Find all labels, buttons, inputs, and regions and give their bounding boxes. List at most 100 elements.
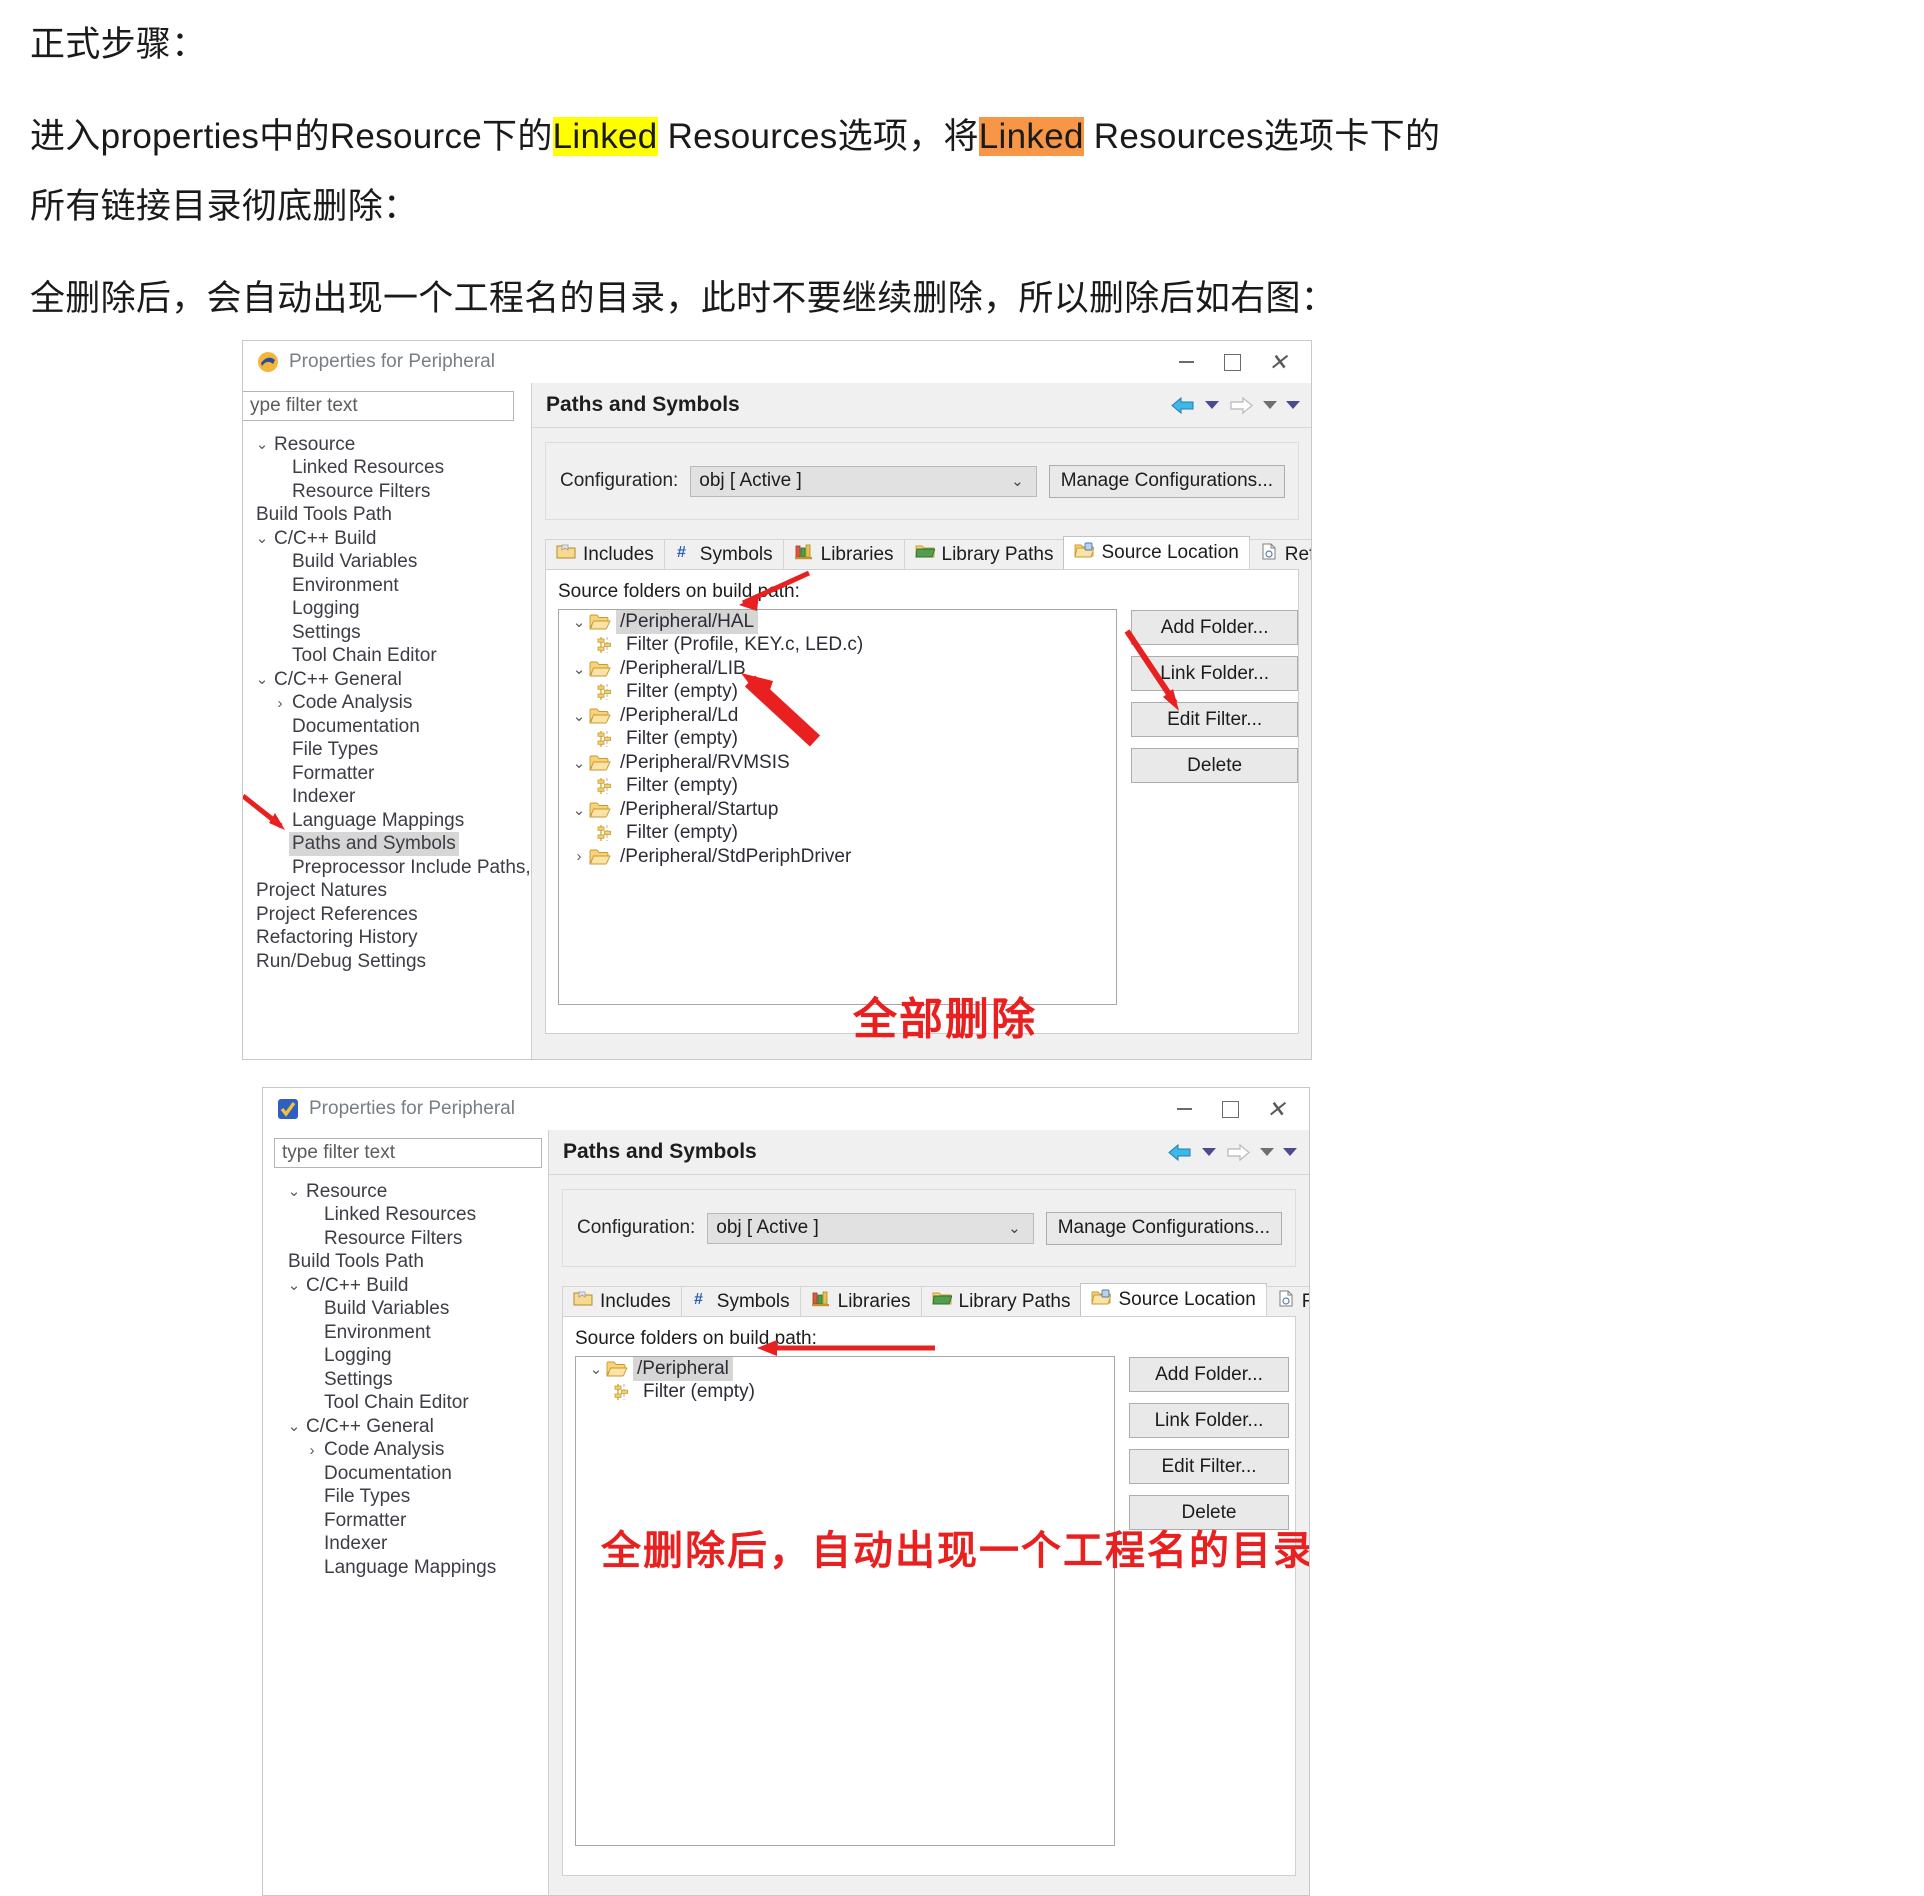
minimize-button[interactable]: [1161, 1088, 1207, 1130]
dialog1-tabs[interactable]: Includes # Symbols Libraries Library Paths So…: [545, 536, 1311, 569]
twisty-icon[interactable]: ⌄: [569, 660, 589, 678]
twisty-icon[interactable]: ⌄: [253, 531, 271, 546]
twisty-icon[interactable]: ⌄: [253, 437, 271, 452]
menu-dropdown-icon[interactable]: [1283, 1148, 1297, 1156]
twisty-icon[interactable]: ›: [303, 1443, 321, 1458]
delete-button[interactable]: Delete: [1131, 748, 1298, 783]
tree-item[interactable]: Refactoring History: [243, 927, 531, 951]
twisty-icon[interactable]: ›: [569, 848, 589, 865]
tab-libraries[interactable]: Libraries: [799, 1286, 922, 1316]
tree-item[interactable]: ⌄ C/C++ General: [275, 1415, 548, 1439]
edit-filter-button[interactable]: Edit Filter...: [1131, 702, 1298, 737]
tree-item[interactable]: Language Mappings: [275, 1556, 548, 1580]
source-folder-row[interactable]: Filter (empty): [559, 822, 1116, 846]
tree-item[interactable]: Formatter: [243, 762, 531, 786]
tree-item[interactable]: › Code Analysis: [243, 692, 531, 716]
properties-dialog-2[interactable]: Properties for Peripheral ✕ type filter …: [262, 1087, 1310, 1896]
back-arrow-icon[interactable]: [1170, 396, 1196, 415]
tree-item[interactable]: Settings: [243, 621, 531, 645]
tab-libraries[interactable]: Libraries: [782, 539, 905, 569]
tree-item[interactable]: › Code Analysis: [275, 1439, 548, 1463]
dialog2-filter-input[interactable]: type filter text: [274, 1138, 542, 1168]
minimize-button[interactable]: [1163, 341, 1209, 383]
twisty-icon[interactable]: ⌄: [569, 754, 589, 772]
tree-item[interactable]: ⌄ C/C++ Build: [275, 1274, 548, 1298]
maximize-button[interactable]: [1207, 1088, 1253, 1130]
add-folder-button[interactable]: Add Folder...: [1129, 1357, 1289, 1392]
tree-item[interactable]: ⌄ C/C++ Build: [243, 527, 531, 551]
maximize-button[interactable]: [1209, 341, 1255, 383]
tab-includes[interactable]: Includes: [545, 539, 665, 569]
dialog1-settings-tree[interactable]: ⌄ Resource Linked Resources Resource Filter…: [243, 433, 577, 974]
tree-item[interactable]: Run/Debug Settings: [243, 950, 531, 974]
tree-item[interactable]: Build Tools Path: [243, 504, 531, 528]
tree-item[interactable]: Formatter: [275, 1509, 548, 1533]
dialog1-configuration-select[interactable]: obj [ Active ] ⌄: [690, 465, 1037, 497]
twisty-icon[interactable]: ›: [271, 696, 289, 711]
menu-dropdown-icon[interactable]: [1286, 401, 1300, 409]
tree-item[interactable]: Resource Filters: [243, 480, 531, 504]
source-folder-row[interactable]: › /Peripheral/StdPeriphDriver: [559, 845, 1116, 869]
source-folder-row[interactable]: ⌄ /Peripheral: [576, 1357, 1114, 1381]
back-dropdown-icon[interactable]: [1205, 401, 1219, 409]
twisty-icon[interactable]: ⌄: [285, 1278, 303, 1293]
dialog2-window-controls[interactable]: ✕: [1161, 1088, 1299, 1130]
add-folder-button[interactable]: Add Folder...: [1131, 610, 1298, 645]
close-button[interactable]: ✕: [1255, 341, 1301, 383]
tab-symbols[interactable]: # Symbols: [680, 1286, 801, 1316]
tree-item[interactable]: Indexer: [275, 1533, 548, 1557]
tree-item[interactable]: Tool Chain Editor: [275, 1392, 548, 1416]
tree-item[interactable]: Linked Resources: [243, 457, 531, 481]
forward-dropdown-icon[interactable]: [1260, 1148, 1274, 1156]
back-dropdown-icon[interactable]: [1202, 1148, 1216, 1156]
properties-dialog-1[interactable]: Properties for Peripheral ✕ ype filter t…: [242, 340, 1312, 1060]
twisty-icon[interactable]: ⌄: [569, 801, 589, 819]
source-folder-row[interactable]: ⌄ /Peripheral/LIB: [559, 657, 1116, 681]
source-folder-row[interactable]: Filter (empty): [559, 681, 1116, 705]
forward-arrow-icon[interactable]: [1228, 396, 1254, 415]
tree-item[interactable]: Settings: [275, 1368, 548, 1392]
tab-source-location[interactable]: Source Location: [1063, 536, 1250, 569]
source-folder-row[interactable]: Filter (Profile, KEY.c, LED.c): [559, 634, 1116, 658]
twisty-icon[interactable]: ⌄: [285, 1184, 303, 1199]
tree-item[interactable]: File Types: [243, 739, 531, 763]
dialog2-manage-configurations-button[interactable]: Manage Configurations...: [1045, 1211, 1282, 1245]
tab-references[interactable]: References: [1248, 539, 1311, 569]
dialog1-titlebar[interactable]: Properties for Peripheral ✕: [243, 341, 1311, 383]
source-folder-row[interactable]: Filter (empty): [576, 1381, 1114, 1405]
tree-item[interactable]: Environment: [275, 1321, 548, 1345]
tab-symbols[interactable]: # Symbols: [663, 539, 784, 569]
twisty-icon[interactable]: ⌄: [253, 672, 271, 687]
tree-item[interactable]: Build Variables: [275, 1298, 548, 1322]
tree-item[interactable]: Project Natures: [243, 880, 531, 904]
source-folder-row[interactable]: Filter (empty): [559, 775, 1116, 799]
tab-includes[interactable]: Includes: [562, 1286, 682, 1316]
source-folder-row[interactable]: ⌄ /Peripheral/Ld: [559, 704, 1116, 728]
forward-dropdown-icon[interactable]: [1263, 401, 1277, 409]
dialog2-configuration-select[interactable]: obj [ Active ] ⌄: [707, 1212, 1034, 1244]
tree-item[interactable]: ⌄ Resource: [243, 433, 531, 457]
tree-item[interactable]: File Types: [275, 1486, 548, 1510]
tree-item[interactable]: ⌄ Resource: [275, 1180, 548, 1204]
dialog1-window-controls[interactable]: ✕: [1163, 341, 1301, 383]
tree-item[interactable]: Build Tools Path: [275, 1251, 548, 1275]
tree-item[interactable]: Build Variables: [243, 551, 531, 575]
twisty-icon[interactable]: ⌄: [285, 1419, 303, 1434]
tree-item[interactable]: Logging: [275, 1345, 548, 1369]
tab-references[interactable]: References: [1265, 1286, 1309, 1316]
tab-source-location[interactable]: Source Location: [1080, 1283, 1267, 1316]
twisty-icon[interactable]: ⌄: [569, 613, 589, 631]
twisty-icon[interactable]: ⌄: [569, 707, 589, 725]
back-arrow-icon[interactable]: [1167, 1143, 1193, 1162]
tree-item[interactable]: Preprocessor Include Paths, Macı: [243, 856, 577, 880]
tree-item[interactable]: Tool Chain Editor: [243, 645, 531, 669]
dialog1-filter-input[interactable]: ype filter text: [243, 391, 514, 421]
close-button[interactable]: ✕: [1253, 1088, 1299, 1130]
source-folder-row[interactable]: ⌄ /Peripheral/RVMSIS: [559, 751, 1116, 775]
tree-item[interactable]: Documentation: [243, 715, 531, 739]
tree-item[interactable]: Linked Resources: [275, 1204, 548, 1228]
edit-filter-button[interactable]: Edit Filter...: [1129, 1449, 1289, 1484]
dialog2-source-folder-list[interactable]: ⌄ /Peripheral Filter (empty): [575, 1356, 1115, 1846]
source-folder-row[interactable]: Filter (empty): [559, 728, 1116, 752]
tree-item[interactable]: Resource Filters: [275, 1227, 548, 1251]
